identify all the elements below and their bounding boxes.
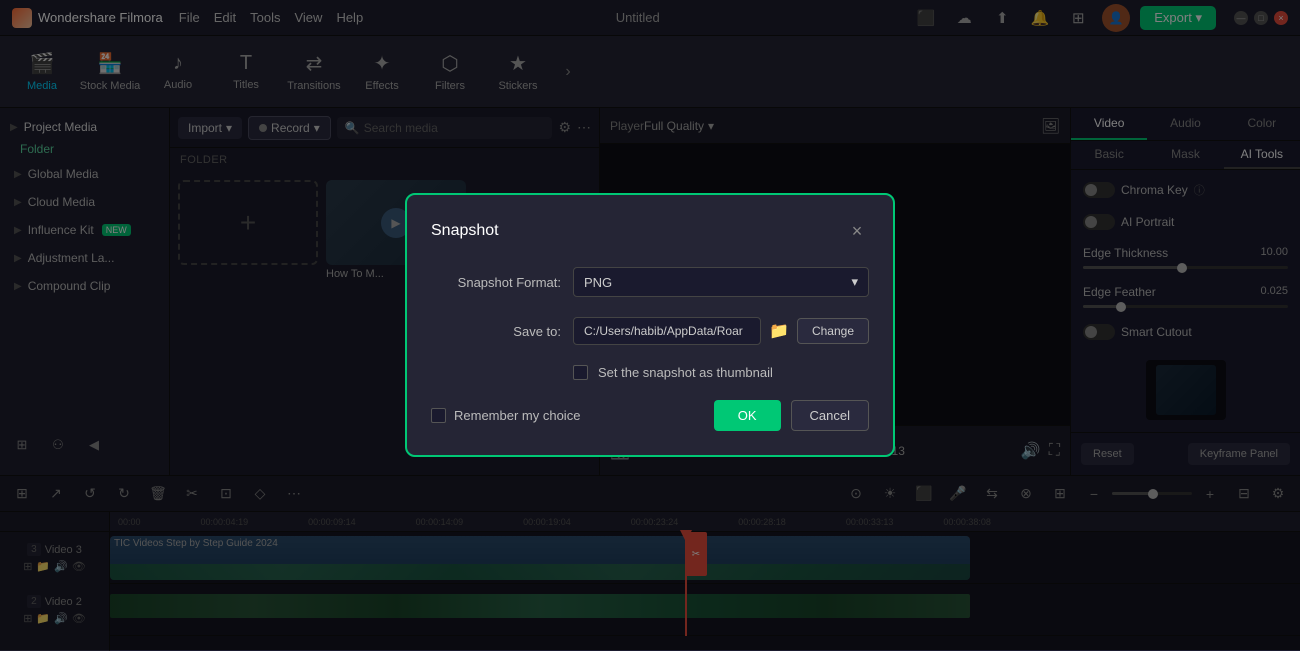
cancel-button[interactable]: Cancel <box>791 400 869 431</box>
snapshot-dialog: Snapshot × Snapshot Format: PNG ▾ Save t… <box>405 193 895 457</box>
save-to-label: Save to: <box>431 324 561 339</box>
format-row: Snapshot Format: PNG ▾ <box>431 267 869 297</box>
thumbnail-checkbox[interactable] <box>573 365 588 380</box>
remember-checkbox[interactable] <box>431 408 446 423</box>
change-button[interactable]: Change <box>797 318 869 344</box>
remember-row: Remember my choice <box>431 408 580 423</box>
browse-button[interactable]: 📁 <box>769 321 789 341</box>
save-to-row: Save to: C:/Users/habib/AppData/Roar 📁 C… <box>431 317 869 345</box>
save-path-input[interactable]: C:/Users/habib/AppData/Roar <box>573 317 761 345</box>
save-to-control: C:/Users/habib/AppData/Roar 📁 Change <box>573 317 869 345</box>
format-value: PNG <box>584 275 612 290</box>
thumbnail-label: Set the snapshot as thumbnail <box>598 365 773 380</box>
dialog-actions: OK Cancel <box>714 400 869 431</box>
format-label: Snapshot Format: <box>431 275 561 290</box>
format-select[interactable]: PNG ▾ <box>573 267 869 297</box>
dialog-title-row: Snapshot × <box>431 219 869 243</box>
format-control: PNG ▾ <box>573 267 869 297</box>
ok-button[interactable]: OK <box>714 400 781 431</box>
dialog-footer: Remember my choice OK Cancel <box>431 400 869 431</box>
dialog-close-button[interactable]: × <box>845 219 869 243</box>
thumbnail-row: Set the snapshot as thumbnail <box>431 365 869 380</box>
remember-label: Remember my choice <box>454 408 580 423</box>
dialog-title: Snapshot <box>431 222 499 240</box>
